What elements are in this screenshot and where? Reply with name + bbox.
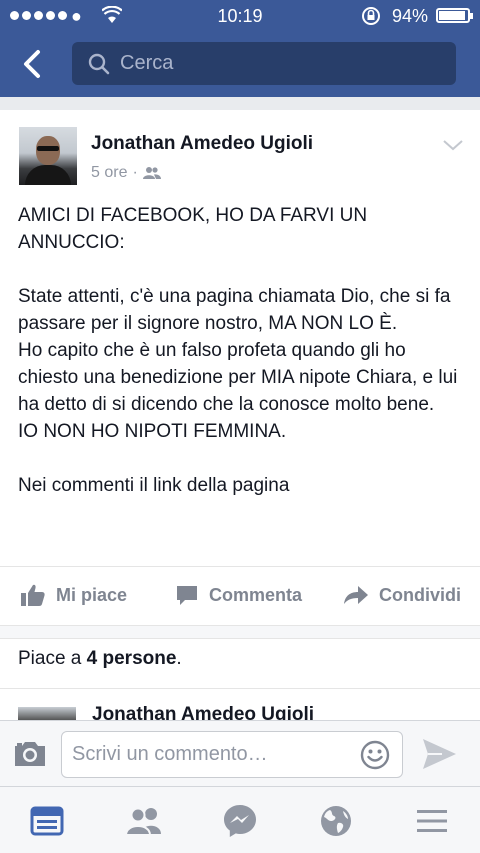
comment-input[interactable] [72, 732, 352, 777]
share-button[interactable]: Condividi [343, 576, 461, 614]
more-menu-icon [417, 810, 447, 832]
search-icon [88, 53, 110, 75]
battery-percentage: 94% [392, 6, 429, 26]
send-button[interactable] [420, 736, 458, 772]
paragraph-break [18, 256, 468, 283]
divider [0, 688, 480, 689]
comment-button[interactable]: Commenta [175, 576, 302, 614]
post-paragraph: IO NON HO NIPOTI FEMMINA. [18, 421, 287, 442]
friends-icon [142, 167, 161, 179]
likes-count: 4 persone [86, 648, 177, 669]
likes-summary[interactable]: Piace a 4 persone. [18, 648, 182, 670]
comment-composer [0, 720, 480, 786]
commenter-name[interactable]: Jonathan Amedeo Ugioli [92, 704, 314, 720]
tab-friend-requests[interactable] [124, 801, 164, 841]
camera-icon [15, 742, 45, 766]
post-paragraph: Nei commenti il link della pagina [18, 475, 290, 496]
divider [0, 566, 480, 567]
post-author-name[interactable]: Jonathan Amedeo Ugioli [91, 133, 313, 155]
tab-notifications[interactable] [316, 801, 356, 841]
section-separator [0, 625, 480, 639]
post-paragraph: AMICI DI FACEBOOK, HO DA FARVI UN ANNUCC… [18, 205, 368, 253]
thumbs-up-icon [21, 584, 45, 606]
emoji-button[interactable] [360, 740, 390, 770]
smiley-icon [360, 740, 390, 770]
post-actions: Mi piace Commenta Condividi [0, 576, 480, 614]
author-avatar[interactable] [19, 127, 77, 185]
top-navigation-bar: ● 10:19 94% [0, 0, 480, 97]
bottom-tab-bar [0, 786, 480, 853]
rotation-lock-icon [362, 7, 380, 25]
commenter-avatar[interactable] [18, 707, 76, 720]
share-arrow-icon [344, 586, 368, 604]
post-paragraph: State attenti, c'è una pagina chiamata D… [18, 286, 451, 334]
post-card: Jonathan Amedeo Ugioli 5 ore · AMICI DI … [0, 110, 480, 720]
comment-label: Commenta [209, 584, 303, 605]
status-bar: ● 10:19 94% [0, 0, 480, 32]
search-input[interactable] [120, 42, 440, 85]
like-label: Mi piace [56, 584, 128, 605]
search-bar[interactable] [72, 42, 456, 85]
comment-bubble-icon [177, 586, 197, 605]
chevron-down-icon [443, 140, 463, 151]
tab-messenger[interactable] [220, 801, 260, 841]
messenger-icon [224, 805, 256, 837]
notifications-globe-icon [321, 806, 351, 836]
back-button[interactable] [14, 44, 54, 84]
post-timestamp[interactable]: 5 ore [91, 164, 127, 182]
paragraph-break [18, 445, 468, 472]
friend-requests-icon [125, 807, 161, 836]
meta-separator: · [132, 164, 138, 181]
comment-field[interactable] [61, 731, 403, 778]
news-feed-icon [30, 806, 64, 836]
post-paragraph: Ho capito che è un falso profeta quando … [18, 340, 458, 415]
like-button[interactable]: Mi piace [20, 576, 127, 614]
likes-suffix: . [176, 648, 182, 669]
tab-more[interactable] [412, 801, 452, 841]
battery-icon [436, 8, 473, 23]
tab-news-feed[interactable] [27, 801, 67, 841]
post-meta: 5 ore · [91, 164, 161, 182]
share-label: Condividi [379, 584, 461, 605]
send-arrow-icon [423, 739, 456, 769]
post-body: AMICI DI FACEBOOK, HO DA FARVI UN ANNUCC… [18, 202, 468, 499]
post-options-button[interactable] [440, 136, 466, 154]
likes-prefix: Piace a [18, 648, 87, 669]
chevron-left-icon [24, 50, 40, 78]
camera-button[interactable] [12, 738, 48, 770]
